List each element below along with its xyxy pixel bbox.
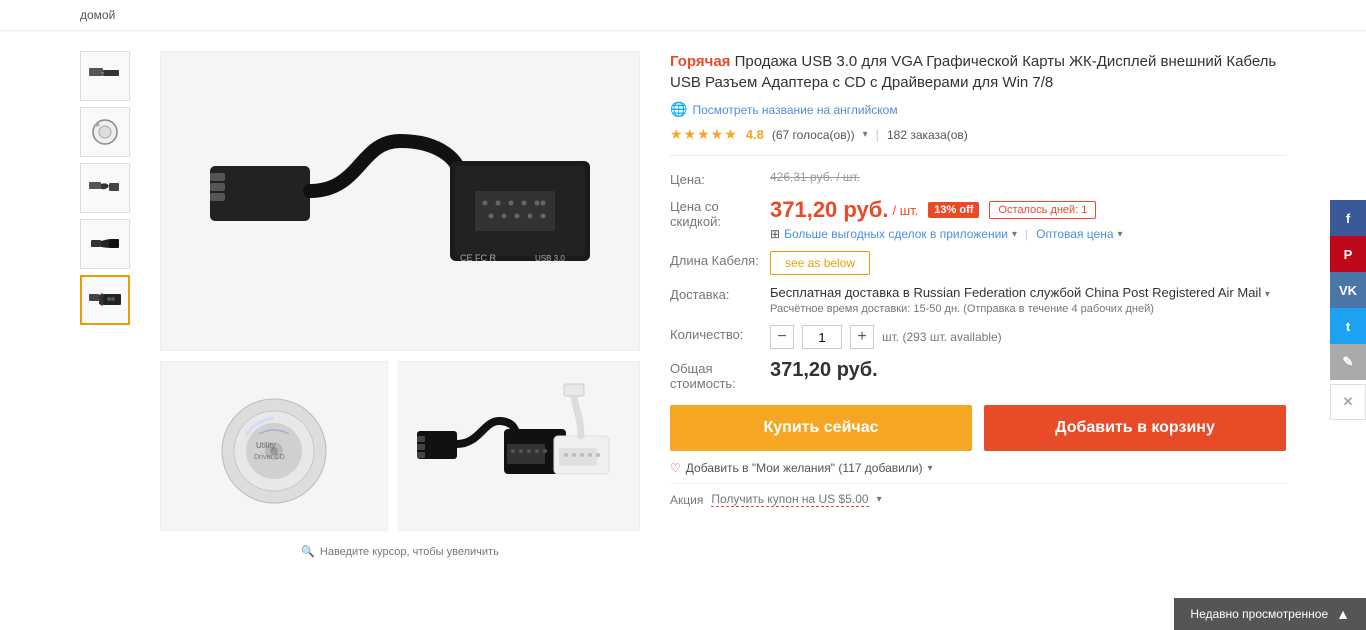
edit-btn[interactable]: ✎ — [1330, 344, 1366, 380]
thumb-2[interactable] — [80, 107, 130, 157]
pinterest-btn[interactable]: P — [1330, 236, 1366, 272]
sub-image-cd: Utility Driver CD — [160, 361, 388, 531]
sale-price-value: 371,20 руб. / шт. 13% off Осталось дней:… — [770, 197, 1286, 241]
rating-dropdown-icon[interactable]: ▾ — [863, 129, 868, 140]
facebook-icon: f — [1346, 211, 1350, 226]
thumb-3[interactable] — [80, 163, 130, 213]
sale-price-label: Цена со скидкой: — [670, 197, 770, 229]
close-icon: ✕ — [1343, 394, 1354, 410]
twitter-btn[interactable]: t — [1330, 308, 1366, 344]
svg-text:Driver CD: Driver CD — [254, 454, 285, 461]
pipe-separator: | — [1025, 227, 1028, 241]
sub-image-both — [398, 361, 640, 531]
pinterest-icon: P — [1344, 247, 1353, 262]
wishlist-row[interactable]: ♡ Добавить в "Мои желания" (117 добавили… — [670, 461, 1286, 475]
promo-dropdown-icon[interactable]: ▾ — [877, 494, 882, 505]
shipping-time: Расчётное время доставки: 15-50 дн. (Отп… — [770, 303, 1270, 315]
hot-label: Горячая — [670, 53, 730, 70]
promo-link[interactable]: Получить купон на US $5.00 — [711, 492, 868, 507]
sale-price-row: Цена со скидкой: 371,20 руб. / шт. 13% o… — [670, 197, 1286, 241]
thumb-4[interactable] — [80, 219, 130, 269]
total-price: 371,20 руб. — [770, 359, 878, 382]
price-sale-row: 371,20 руб. / шт. 13% off Осталось дней:… — [770, 197, 1286, 223]
edit-icon: ✎ — [1343, 354, 1354, 370]
rating-row: ★★★★★ 4.8 (67 голоса(ов)) ▾ | 182 заказа… — [670, 126, 1286, 156]
promo-row: Акция Получить купон на US $5.00 ▾ — [670, 483, 1286, 507]
social-sidebar: f P VK t ✎ ✕ — [1330, 200, 1366, 420]
quantity-input[interactable] — [802, 325, 842, 349]
quantity-increase-btn[interactable]: + — [850, 325, 874, 349]
recently-viewed-bar[interactable]: Недавно просмотренное ▲ — [1174, 598, 1366, 630]
shipping-dropdown-icon[interactable]: ▾ — [1265, 289, 1270, 300]
translate-icon: 🌐 — [670, 101, 687, 118]
quantity-decrease-btn[interactable]: − — [770, 325, 794, 349]
cable-option-btn[interactable]: see as below — [770, 251, 870, 275]
deals-dropdown-icon[interactable]: ▾ — [1012, 229, 1017, 240]
svg-text:Utility: Utility — [256, 441, 276, 450]
heart-icon: ♡ — [670, 461, 681, 475]
sub-images-row: Utility Driver CD — [160, 361, 640, 531]
svg-text:CE FC R: CE FC R — [460, 253, 497, 263]
buy-now-button[interactable]: Купить сейчас — [670, 405, 972, 451]
recently-viewed-arrow-icon: ▲ — [1336, 606, 1350, 622]
total-label: Общая стоимость: — [670, 359, 770, 391]
top-nav: домой — [0, 0, 1366, 31]
social-close-btn[interactable]: ✕ — [1330, 384, 1366, 420]
quantity-row: Количество: − + шт. (293 шт. available) — [670, 325, 1286, 349]
translate-link[interactable]: 🌐 Посмотреть название на английском — [670, 101, 1286, 118]
wholesale-dropdown-icon[interactable]: ▾ — [1118, 229, 1123, 240]
shipping-label: Доставка: — [670, 285, 770, 302]
original-price: 426,31 руб. / шт. — [770, 170, 860, 184]
wishlist-dropdown-icon[interactable]: ▾ — [928, 463, 933, 474]
translate-label: Посмотреть название на английском — [692, 103, 897, 117]
cable-label: Длина Кабеля: — [670, 251, 770, 268]
wishlist-text: Добавить в "Мои желания" (117 добавили) — [686, 461, 923, 475]
star-icons: ★★★★★ — [670, 126, 738, 143]
delivery-row: Доставка: Бесплатная доставка в Russian … — [670, 285, 1286, 315]
shipping-info: Бесплатная доставка в Russian Federation… — [770, 285, 1270, 315]
sale-price-unit: / шт. — [893, 203, 919, 218]
magnify-hint: 🔍 Наведите курсор, чтобы увеличить — [160, 545, 640, 558]
vk-icon: VK — [1339, 283, 1357, 298]
facebook-btn[interactable]: f — [1330, 200, 1366, 236]
quantity-label: Количество: — [670, 325, 770, 342]
main-product-image: CE FC R USB 3.0 — [160, 51, 640, 351]
action-buttons: Купить сейчас Добавить в корзину — [670, 405, 1286, 451]
sale-price: 371,20 руб. — [770, 197, 889, 223]
rating-count[interactable]: (67 голоса(ов)) — [772, 128, 855, 142]
product-title: Горячая Продажа USB 3.0 для VGA Графичес… — [670, 51, 1286, 93]
price-row: Цена: 426,31 руб. / шт. — [670, 170, 1286, 187]
wholesale-link[interactable]: Оптовая цена — [1036, 227, 1113, 241]
promo-label: Акция — [670, 493, 703, 507]
quantity-control: − + шт. (293 шт. available) — [770, 325, 1002, 349]
price-label: Цена: — [670, 170, 770, 187]
thumb-5-active[interactable] — [80, 275, 130, 325]
search-icon: 🔍 — [301, 545, 315, 558]
recently-viewed-label: Недавно просмотренное — [1190, 607, 1328, 621]
orders-count: 182 заказа(ов) — [887, 128, 968, 142]
days-left-badge: Осталось дней: 1 — [989, 201, 1096, 219]
vk-btn[interactable]: VK — [1330, 272, 1366, 308]
svg-text:USB 3.0: USB 3.0 — [535, 254, 565, 263]
shipping-main-text: Бесплатная доставка в Russian Federation… — [770, 285, 1270, 300]
qr-icon: ⊞ — [770, 227, 780, 241]
rating-number: 4.8 — [746, 127, 764, 142]
cable-row: Длина Кабеля: see as below — [670, 251, 1286, 275]
title-text: Продажа USB 3.0 для VGA Графической Карт… — [670, 53, 1276, 91]
add-to-cart-button[interactable]: Добавить в корзину — [984, 405, 1286, 451]
deals-row: ⊞ Больше выгодных сделок в приложении ▾ … — [770, 227, 1286, 241]
total-row: Общая стоимость: 371,20 руб. — [670, 359, 1286, 391]
image-container: CE FC R USB 3.0 Utility Driver CD — [160, 51, 640, 558]
home-link[interactable]: домой — [80, 8, 115, 22]
quantity-stock: шт. (293 шт. available) — [882, 330, 1002, 344]
thumb-1[interactable] — [80, 51, 130, 101]
product-info: Горячая Продажа USB 3.0 для VGA Графичес… — [670, 51, 1286, 558]
separator-1: | — [876, 127, 879, 142]
thumbnail-list — [80, 51, 130, 558]
twitter-icon: t — [1346, 319, 1350, 334]
discount-badge: 13% off — [928, 202, 979, 218]
deals-link[interactable]: Больше выгодных сделок в приложении — [784, 227, 1008, 241]
main-content: CE FC R USB 3.0 Utility Driver CD — [0, 31, 1366, 578]
